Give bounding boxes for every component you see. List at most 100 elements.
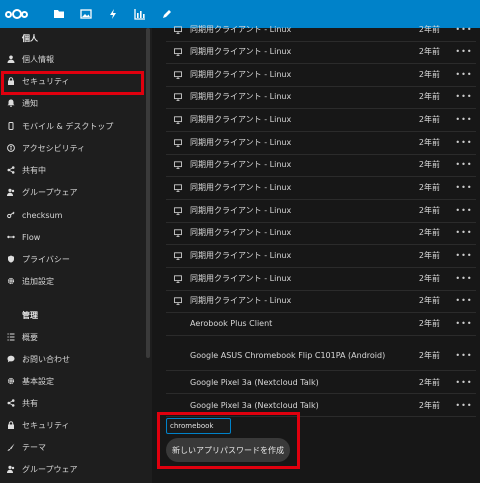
more-actions-icon[interactable]: ••• xyxy=(452,228,476,237)
more-actions-icon[interactable]: ••• xyxy=(452,115,476,124)
more-actions-icon[interactable]: ••• xyxy=(452,92,476,101)
more-actions-icon[interactable]: ••• xyxy=(452,138,476,147)
sidebar-item-contact[interactable]: お問い合わせ xyxy=(0,348,146,370)
more-actions-icon[interactable]: ••• xyxy=(452,47,476,56)
sidebar-item-basic-settings[interactable]: 基本設定 xyxy=(0,370,146,392)
group-icon xyxy=(0,188,22,196)
sidebar-item-accessibility[interactable]: アクセシビリティ xyxy=(0,137,146,159)
session-row: 同期用クライアント - Linux 2年前 ••• xyxy=(166,268,476,291)
session-row: 同期用クライアント - Linux 2年前 ••• xyxy=(166,200,476,223)
sidebar-item-label: グループウェア xyxy=(22,464,78,474)
admin-section-title: 管理 xyxy=(22,311,38,320)
sidebar-scrollbar[interactable] xyxy=(146,28,150,358)
sidebar-item-overview[interactable]: 概要 xyxy=(0,326,146,348)
files-app-icon[interactable] xyxy=(45,0,72,28)
settings-sidebar: 個人 個人情報 セキュリティ 通知 モバイル & デスクトップ アクセシビリティ… xyxy=(0,28,152,483)
more-actions-icon[interactable]: ••• xyxy=(452,160,476,169)
sidebar-item-personal-info[interactable]: 個人情報 xyxy=(0,48,146,70)
sidebar-item-admin-groupware[interactable]: グループウェア xyxy=(0,458,146,480)
session-row: 同期用クライアント - Linux 2年前 ••• xyxy=(166,132,476,155)
session-age: 2年前 xyxy=(418,206,440,216)
more-actions-icon[interactable]: ••• xyxy=(452,25,476,34)
sidebar-item-label: checksum xyxy=(22,210,63,220)
nextcloud-logo-icon[interactable] xyxy=(5,7,31,21)
session-name: Google Pixel 3a (Nextcloud Talk) xyxy=(190,400,319,410)
desktop-icon xyxy=(166,93,190,101)
sidebar-item-flow[interactable]: Flow xyxy=(0,226,146,248)
sidebar-item-admin-security[interactable]: セキュリティ xyxy=(0,414,146,436)
session-row: 同期用クライアント - Linux 2年前 ••• xyxy=(166,177,476,200)
sidebar-item-label: Flow xyxy=(22,232,41,242)
session-age: 2年前 xyxy=(418,160,440,170)
more-actions-icon[interactable]: ••• xyxy=(452,401,476,410)
session-row: 同期用クライアント - Linux 2年前 ••• xyxy=(166,19,476,42)
session-age: 2年前 xyxy=(418,296,440,306)
session-age: 2年前 xyxy=(418,25,440,35)
sidebar-item-label: アクセシビリティ xyxy=(22,143,86,153)
sidebar-item-notifications[interactable]: 通知 xyxy=(0,92,146,114)
security-highlight-box xyxy=(1,71,144,95)
session-name: 同期用クライアント - Linux xyxy=(190,296,292,306)
gear-icon xyxy=(0,277,22,285)
session-row: 同期用クライアント - Linux 2年前 ••• xyxy=(166,245,476,268)
more-actions-icon[interactable]: ••• xyxy=(452,183,476,192)
session-name: 同期用クライアント - Linux xyxy=(190,274,292,284)
more-actions-icon[interactable]: ••• xyxy=(452,351,476,360)
sidebar-item-label: セキュリティ xyxy=(22,420,70,430)
more-actions-icon[interactable]: ••• xyxy=(452,319,476,328)
session-name: 同期用クライアント - Linux xyxy=(190,183,292,193)
sidebar-item-label: 概要 xyxy=(22,332,38,342)
list-icon xyxy=(0,333,22,341)
desktop-icon xyxy=(166,48,190,56)
sidebar-item-mobile-desktop[interactable]: モバイル & デスクトップ xyxy=(0,115,146,137)
session-name: Google ASUS Chromebook Flip C101PA (Andr… xyxy=(190,351,386,360)
session-row: 同期用クライアント - Linux 2年前 ••• xyxy=(166,109,476,132)
more-actions-icon[interactable]: ••• xyxy=(452,70,476,79)
sidebar-item-label: テーマ xyxy=(22,442,46,452)
more-actions-icon[interactable]: ••• xyxy=(452,206,476,215)
desktop-icon xyxy=(166,207,190,215)
photos-app-icon[interactable] xyxy=(72,0,99,28)
session-row: 同期用クライアント - Linux 2年前 ••• xyxy=(166,154,476,177)
sidebar-item-admin-sharing[interactable]: 共有 xyxy=(0,392,146,414)
session-row: Google Pixel 3a (Nextcloud Talk) 2年前 ••• xyxy=(166,371,476,394)
sidebar-item-privacy[interactable]: プライバシー xyxy=(0,248,146,270)
gear-icon xyxy=(0,377,22,385)
session-name: 同期用クライアント - Linux xyxy=(190,228,292,238)
session-age: 2年前 xyxy=(418,351,440,360)
brush-icon xyxy=(0,443,22,451)
session-name: 同期用クライアント - Linux xyxy=(190,92,292,102)
dashboard-app-icon[interactable] xyxy=(126,0,153,28)
chat-icon xyxy=(0,355,22,363)
session-age: 2年前 xyxy=(418,115,440,125)
activity-app-icon[interactable] xyxy=(99,0,126,28)
session-age: 2年前 xyxy=(418,274,440,284)
session-age: 2年前 xyxy=(418,251,440,261)
sidebar-item-theme[interactable]: テーマ xyxy=(0,436,146,458)
user-icon xyxy=(0,55,22,63)
bell-icon xyxy=(0,99,22,107)
sidebar-item-label: 共有 xyxy=(22,398,38,408)
desktop-icon xyxy=(166,26,190,34)
lock-icon xyxy=(0,421,22,429)
sidebar-item-additional-settings[interactable]: 追加設定 xyxy=(0,270,146,292)
session-row: 同期用クライアント - Linux 2年前 ••• xyxy=(166,64,476,87)
share-icon xyxy=(0,399,22,407)
session-age: 2年前 xyxy=(418,70,440,80)
more-actions-icon[interactable]: ••• xyxy=(452,251,476,260)
session-row: 同期用クライアント - Linux 2年前 ••• xyxy=(166,222,476,245)
sidebar-item-groupware[interactable]: グループウェア xyxy=(0,181,146,203)
sidebar-item-checksum[interactable]: checksum xyxy=(0,204,146,226)
share-icon xyxy=(0,166,22,174)
session-row: 同期用クライアント - Linux 2年前 ••• xyxy=(166,290,476,313)
desktop-icon xyxy=(166,184,190,192)
session-age: 2年前 xyxy=(418,92,440,102)
desktop-icon xyxy=(166,252,190,260)
flow-icon xyxy=(0,233,22,241)
desktop-icon xyxy=(166,297,190,305)
more-actions-icon[interactable]: ••• xyxy=(452,296,476,305)
more-actions-icon[interactable]: ••• xyxy=(452,274,476,283)
sidebar-item-sharing[interactable]: 共有中 xyxy=(0,159,146,181)
more-actions-icon[interactable]: ••• xyxy=(452,378,476,387)
key-icon xyxy=(0,211,22,219)
